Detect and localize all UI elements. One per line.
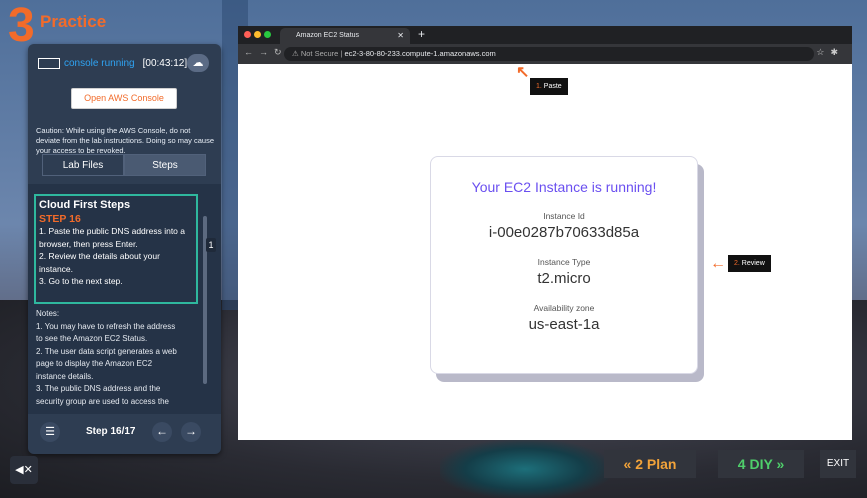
note-line: security group are used to access the — [36, 396, 169, 406]
diy-label: DIY — [749, 456, 773, 472]
review-annotation: 2. Review — [728, 255, 771, 272]
annotation-text: Paste — [543, 83, 562, 90]
caution-text: Caution: While using the AWS Console, do… — [36, 126, 215, 155]
step-heading: Cloud First Steps — [39, 199, 131, 211]
status-text: console running — [64, 58, 135, 69]
browser-tabstrip: Amazon EC2 Status ✕ + — [238, 26, 852, 44]
plan-button[interactable]: « 2 Plan — [604, 450, 696, 478]
paste-arrow-icon: ↖ — [516, 64, 530, 81]
step-line: browser, then press Enter. — [39, 238, 138, 249]
field-value: us-east-1a — [528, 316, 600, 333]
note-line: to see the Amazon EC2 Status. — [36, 334, 148, 343]
step-number: STEP 16 — [39, 213, 81, 225]
open-console-button[interactable]: Open AWS Console — [71, 88, 177, 109]
console-icon — [38, 58, 60, 69]
step-box: Cloud First Steps STEP 16 1. Paste the p… — [34, 194, 198, 304]
tab-lab-files[interactable]: Lab Files — [42, 154, 124, 176]
note-line: 2. The user data script generates a web — [36, 346, 177, 356]
window-controls — [244, 31, 271, 38]
maximize-dot[interactable] — [264, 31, 271, 38]
note-line: page to display the Amazon EC2 — [36, 359, 153, 368]
address-bar: ←→↻ ⚠ Not Secure | ec2-3-80-80-233.compu… — [238, 44, 852, 64]
diy-num: 4 — [737, 456, 746, 472]
step-line: 2. Review the details about your — [39, 251, 160, 261]
timer: [00:43:12] — [142, 58, 188, 69]
star-icon[interactable]: ☆✱ — [816, 47, 844, 58]
steps-area: Cloud First Steps STEP 16 1. Paste the p… — [28, 184, 221, 414]
browser-nav-icons[interactable]: ←→↻ — [244, 47, 288, 58]
exit-button[interactable]: EXIT — [820, 450, 856, 478]
field-label: Instance Id — [543, 211, 585, 221]
arrow-right-icon[interactable]: → — [181, 422, 201, 442]
list-icon[interactable]: ☰ — [40, 422, 60, 442]
page-viewport: Your EC2 Instance is running! Instance I… — [238, 64, 852, 440]
paste-annotation: 1. Paste — [530, 78, 568, 95]
url-text: ec2-3-80-80-233.compute-1.amazonaws.com — [344, 49, 496, 58]
note-line: 3. The public DNS address and the — [36, 384, 161, 393]
plan-num: 2 — [635, 456, 643, 472]
annotation-text: Review — [741, 260, 765, 267]
field-value: t2.micro — [537, 270, 591, 287]
step-counter: Step 16/17 — [86, 426, 136, 437]
close-dot[interactable] — [244, 31, 251, 38]
annotation-num: 2. — [734, 260, 740, 267]
note-line: 1. You may have to refresh the address — [36, 321, 176, 331]
side-badge: 1 — [206, 238, 216, 252]
lab-panel: console running [00:43:12] ☁ Open AWS Co… — [28, 44, 221, 454]
step-line: 1. Paste the public DNS address into a — [39, 226, 185, 236]
review-arrow-icon: ← — [710, 255, 726, 272]
close-icon[interactable]: ✕ — [397, 28, 404, 44]
arrow-left-icon[interactable]: ← — [152, 422, 172, 442]
url-input[interactable]: ⚠ Not Secure | ec2-3-80-80-233.compute-1… — [284, 47, 814, 61]
minimize-dot[interactable] — [254, 31, 261, 38]
cloud-icon[interactable]: ☁ — [187, 54, 209, 72]
lock-icon: ⚠ — [292, 49, 301, 58]
field-label: Instance Type — [537, 257, 591, 267]
field-label: Availability zone — [533, 303, 595, 313]
step-line: 3. Go to the next step. — [39, 276, 123, 286]
practice-number: 3 — [8, 0, 35, 52]
browser-tab-title: Amazon EC2 Status — [296, 32, 360, 39]
step-navigation: ☰ Step 16/17 ← → — [28, 420, 221, 446]
instance-card: Your EC2 Instance is running! Instance I… — [430, 156, 698, 374]
center-logo — [440, 440, 610, 498]
practice-title: Practice — [40, 12, 107, 31]
url-security: Not Secure — [300, 49, 339, 58]
annotation-num: 1. — [536, 83, 542, 90]
panel-tabs: Lab Files Steps — [42, 154, 206, 176]
plan-label: Plan — [646, 456, 677, 472]
step-line: instance. — [39, 263, 74, 274]
console-status: console running [00:43:12] — [38, 58, 187, 69]
browser-tab[interactable]: Amazon EC2 Status ✕ — [280, 28, 410, 44]
field-value: i-00e0287b70633d85a — [488, 224, 640, 241]
note-line: instance details. — [36, 371, 94, 381]
card-title: Your EC2 Instance is running! — [471, 179, 657, 195]
diy-button[interactable]: 4 DIY » — [718, 450, 804, 478]
notes: Notes: 1. You may have to refresh the ad… — [36, 308, 206, 408]
note-line: Notes: — [36, 309, 60, 318]
mute-icon[interactable]: ◀✕ — [10, 456, 38, 484]
tab-steps[interactable]: Steps — [124, 154, 206, 176]
new-tab-icon[interactable]: + — [418, 27, 425, 41]
